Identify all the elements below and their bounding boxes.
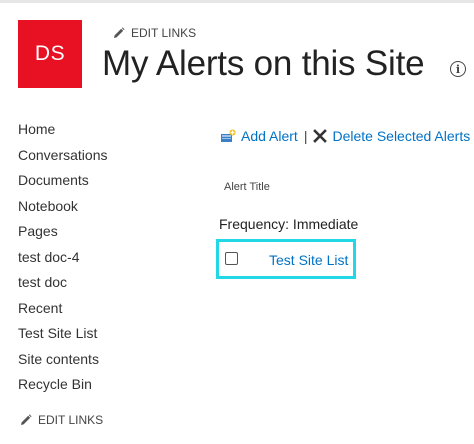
add-alert-label: Add Alert xyxy=(241,128,298,144)
quicklaunch-item-test-doc-4[interactable]: test doc-4 xyxy=(18,245,198,271)
delete-x-icon xyxy=(313,129,328,143)
top-rule xyxy=(0,0,474,3)
pencil-icon xyxy=(21,414,32,425)
site-logo[interactable]: DS xyxy=(18,20,82,88)
quick-launch-nav: Home Conversations Documents Notebook Pa… xyxy=(18,117,198,398)
quicklaunch-item-test-site-list[interactable]: Test Site List xyxy=(18,321,198,347)
info-icon[interactable]: i xyxy=(450,61,466,77)
add-alert-button[interactable]: Add Alert xyxy=(220,128,298,144)
alert-row: Test Site List xyxy=(216,239,356,279)
quicklaunch-item-recycle-bin[interactable]: Recycle Bin xyxy=(18,372,198,398)
alert-title-column-header[interactable]: Alert Title xyxy=(224,181,270,193)
pencil-icon xyxy=(114,27,125,38)
edit-links-nav-button[interactable]: EDIT LINKS xyxy=(20,413,103,427)
quicklaunch-item-pages[interactable]: Pages xyxy=(18,219,198,245)
edit-links-nav-label: EDIT LINKS xyxy=(38,413,104,427)
site-logo-text: DS xyxy=(34,42,66,65)
quicklaunch-item-test-doc[interactable]: test doc xyxy=(18,270,198,296)
quicklaunch-item-notebook[interactable]: Notebook xyxy=(18,194,198,220)
toolbar-separator: | xyxy=(303,128,308,144)
alert-title-link[interactable]: Test Site List xyxy=(269,252,348,268)
delete-selected-alerts-button[interactable]: Delete Selected Alerts xyxy=(313,128,470,144)
add-alert-icon xyxy=(221,129,236,142)
edit-links-title-label: EDIT LINKS xyxy=(131,26,197,40)
quicklaunch-item-home[interactable]: Home xyxy=(18,117,198,143)
delete-selected-alerts-label: Delete Selected Alerts xyxy=(332,128,471,144)
alerts-toolbar: Add Alert | Delete Selected Alerts xyxy=(220,128,470,144)
alert-select-checkbox[interactable] xyxy=(225,252,238,265)
quicklaunch-item-site-contents[interactable]: Site contents xyxy=(18,347,198,373)
quicklaunch-item-documents[interactable]: Documents xyxy=(18,168,198,194)
frequency-group-heading: Frequency: Immediate xyxy=(219,216,359,232)
page-title: My Alerts on this Site xyxy=(102,44,425,83)
edit-links-title-button[interactable]: EDIT LINKS xyxy=(113,26,196,40)
quicklaunch-item-conversations[interactable]: Conversations xyxy=(18,143,198,169)
quicklaunch-item-recent[interactable]: Recent xyxy=(18,296,198,322)
